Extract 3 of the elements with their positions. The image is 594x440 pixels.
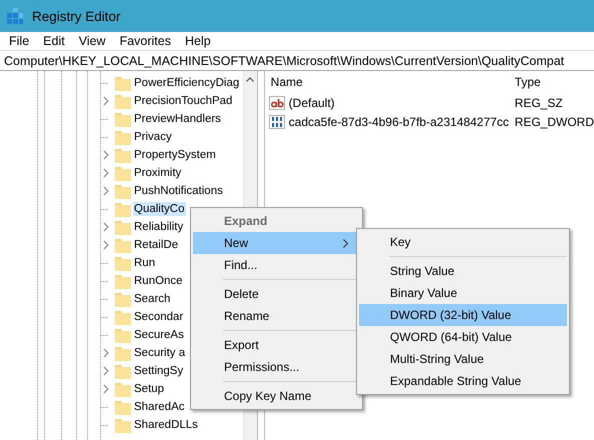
value-type: REG_SZ [514,96,563,110]
window-title: Registry Editor [32,8,121,24]
value-type: REG_DWORD [514,114,594,128]
